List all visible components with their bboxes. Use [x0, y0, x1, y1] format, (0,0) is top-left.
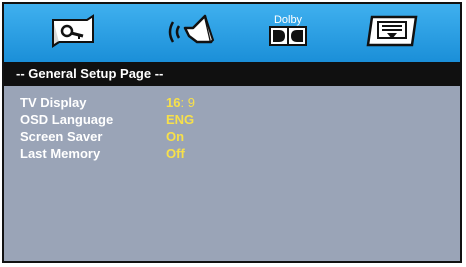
- dolby-digital-icon: [269, 26, 307, 46]
- setting-row-osd-language[interactable]: OSD Language ENG: [4, 111, 460, 128]
- setting-value: On: [166, 129, 185, 144]
- setting-label: Last Memory: [20, 146, 101, 161]
- setting-row-last-memory[interactable]: Last Memory Off: [4, 145, 460, 162]
- setting-label: TV Display: [20, 95, 87, 110]
- settings-list: TV Display 16: 9 OSD Language ENG Screen…: [4, 94, 460, 162]
- setup-menu-screen: Dolby -- General Setup Page -- TV Displa…: [2, 2, 462, 263]
- dolby-label: Dolby: [273, 14, 303, 26]
- setting-label: OSD Language: [20, 112, 114, 127]
- ratio-main: 16: [166, 95, 181, 110]
- setting-value: 16: 9: [166, 94, 195, 111]
- page-title: -- General Setup Page --: [4, 62, 460, 86]
- setup-toolbar: Dolby: [4, 4, 460, 62]
- setting-row-tv-display[interactable]: TV Display 16: 9: [4, 94, 460, 111]
- dolby-setup-tab[interactable]: Dolby: [266, 12, 310, 52]
- preference-icon: [366, 15, 418, 47]
- ratio-denominator: 9: [187, 95, 195, 110]
- speaker-setup-tab[interactable]: [160, 12, 222, 52]
- setting-label: Screen Saver: [20, 129, 103, 144]
- general-setup-tab[interactable]: [46, 12, 96, 52]
- setting-value: Off: [166, 146, 185, 161]
- speaker-setup-icon: [168, 14, 215, 44]
- setting-row-screen-saver[interactable]: Screen Saver On: [4, 128, 460, 145]
- preference-setup-tab[interactable]: [360, 12, 420, 52]
- ratio-separator: :: [180, 95, 185, 110]
- general-setup-icon: [52, 14, 94, 48]
- setting-value: ENG: [166, 112, 195, 127]
